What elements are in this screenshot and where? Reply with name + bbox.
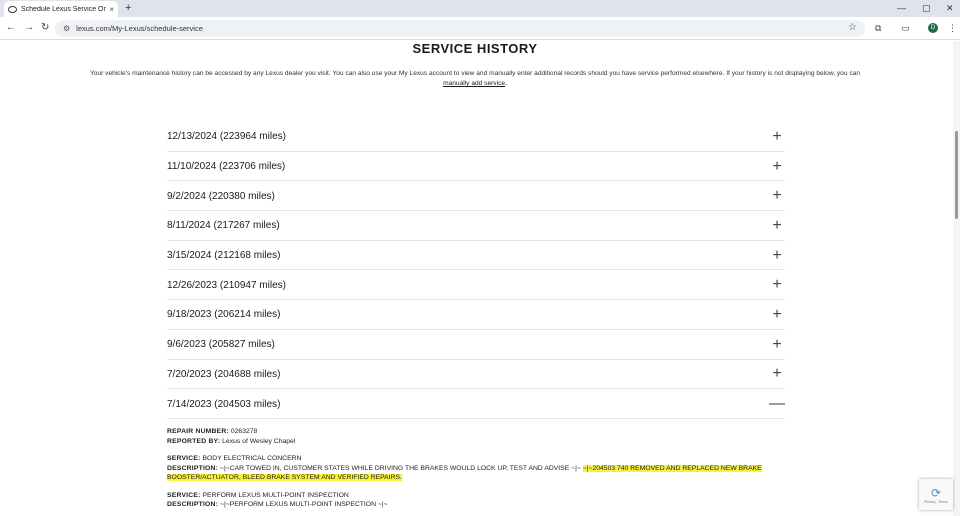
history-row[interactable]: 12/26/2023 (210947 miles) + — [167, 270, 785, 301]
bookmark-star-icon[interactable]: ☆ — [848, 22, 857, 33]
profile-avatar[interactable]: D — [928, 23, 938, 33]
history-row-label: 9/2/2024 (220380 miles) — [167, 190, 275, 202]
expand-plus-icon[interactable]: + — [769, 247, 785, 264]
history-row[interactable]: 9/18/2023 (206214 miles) + — [167, 300, 785, 330]
service-record-detail: REPAIR NUMBER: 0263278 REPORTED BY: Lexu… — [167, 427, 767, 516]
history-row-label: 3/15/2024 (212168 miles) — [167, 250, 281, 262]
recaptcha-badge[interactable]: ⟳ Privacy - Terms — [919, 479, 953, 510]
page-title: SERVICE HISTORY — [412, 41, 538, 56]
service-name: BODY ELECTRICAL CONCERN — [202, 455, 302, 462]
expand-plus-icon[interactable]: + — [769, 128, 785, 145]
history-row[interactable]: 3/15/2024 (212168 miles) + — [167, 241, 785, 271]
lexus-favicon-icon — [8, 5, 17, 13]
history-row[interactable]: 12/13/2024 (223964 miles) + — [167, 122, 785, 152]
browser-menu-icon[interactable]: ⋮ — [948, 22, 957, 34]
side-panel-icon[interactable]: ▭ — [901, 22, 910, 34]
url-text[interactable]: lexus.com/My-Lexus/schedule-service — [76, 24, 203, 33]
service-name: PERFORM LEXUS MULTI-POINT INSPECTION — [202, 491, 349, 499]
description-line: DESCRIPTION: ~|~CAR TOWED IN, CUSTOMER S… — [167, 464, 767, 483]
description-line: DESCRIPTION: ~|~PERFORM LEXUS MULTI-POIN… — [167, 500, 767, 510]
extensions-icon[interactable]: ⧉ — [875, 22, 881, 34]
expand-plus-icon[interactable]: + — [769, 277, 785, 293]
back-icon[interactable]: ← — [6, 21, 16, 35]
page-scrollbar[interactable] — [953, 41, 960, 516]
collapse-minus-icon[interactable]: — — [769, 396, 785, 412]
history-row[interactable]: 7/20/2023 (204688 miles) + — [167, 360, 785, 390]
forward-icon[interactable]: → — [24, 21, 34, 35]
history-row[interactable]: 7/14/2023 (204503 miles) — — [167, 389, 785, 419]
maximize-icon[interactable]: ▢ — [922, 2, 931, 14]
history-row-label: 11/10/2024 (223706 miles) — [167, 161, 286, 173]
history-row[interactable]: 11/10/2024 (223706 miles) + — [167, 152, 785, 182]
expand-plus-icon[interactable]: + — [769, 188, 785, 204]
history-row-label: 12/13/2024 (223964 miles) — [167, 131, 286, 143]
tab-title: Schedule Lexus Service Online — [21, 5, 107, 13]
service-line: SERVICE: BODY ELECTRICAL CONCERN — [167, 454, 767, 464]
history-row-label: 7/14/2023 (204503 miles) — [167, 398, 281, 410]
description-text: ~|~CAR TOWED IN, CUSTOMER STATES WHILE D… — [220, 464, 583, 472]
service-label: SERVICE: — [167, 491, 201, 499]
service-line: SERVICE: PERFORM LEXUS MULTI-POINT INSPE… — [167, 491, 767, 501]
close-window-icon[interactable]: ✕ — [946, 2, 954, 14]
history-row-label: 7/20/2023 (204688 miles) — [167, 368, 281, 380]
intro-text: Your vehicle's maintenance history can b… — [80, 69, 870, 89]
intro-period: . — [505, 80, 507, 87]
browser-tab-strip: Schedule Lexus Service Online × + — ▢ ✕ — [0, 0, 960, 17]
browser-tab[interactable]: Schedule Lexus Service Online × — [4, 1, 118, 17]
expand-plus-icon[interactable]: + — [769, 306, 785, 323]
history-row-label: 9/18/2023 (206214 miles) — [167, 309, 281, 321]
page-content: SERVICE HISTORY Your vehicle's maintenan… — [0, 41, 960, 516]
address-bar[interactable]: ⚙ lexus.com/My-Lexus/schedule-service ☆ — [55, 20, 865, 37]
tab-close-icon[interactable]: × — [109, 5, 114, 14]
service-history-list: 12/13/2024 (223964 miles) +11/10/2024 (22… — [167, 122, 785, 419]
browser-toolbar: ← → ↻ ⚙ lexus.com/My-Lexus/schedule-serv… — [0, 17, 960, 40]
reported-by: Lexus of Wesley Chapel — [222, 437, 296, 445]
history-row[interactable]: 9/2/2024 (220380 miles) + — [167, 181, 785, 212]
description-label: DESCRIPTION: — [167, 501, 219, 508]
history-row[interactable]: 8/11/2024 (217267 miles) + — [167, 211, 785, 241]
repair-number-label: REPAIR NUMBER: — [167, 428, 229, 435]
new-tab-button[interactable]: + — [125, 2, 131, 14]
manually-add-service-link[interactable]: manually add service — [443, 80, 505, 87]
expand-plus-icon[interactable]: + — [769, 366, 785, 382]
site-info-icon[interactable]: ⚙ — [63, 24, 70, 33]
intro-body: Your vehicle's maintenance history can b… — [90, 70, 860, 77]
expand-plus-icon[interactable]: + — [769, 217, 785, 234]
repair-number-line: REPAIR NUMBER: 0263278 — [167, 427, 767, 437]
service-label: SERVICE: — [167, 455, 201, 462]
reload-icon[interactable]: ↻ — [41, 21, 49, 35]
expand-plus-icon[interactable]: + — [769, 158, 785, 175]
recaptcha-footer[interactable]: Privacy - Terms — [924, 500, 948, 504]
history-row-label: 12/26/2023 (210947 miles) — [167, 279, 286, 291]
description-text: ~|~PERFORM LEXUS MULTI-POINT INSPECTION … — [220, 501, 388, 508]
recaptcha-icon: ⟳ — [930, 485, 942, 500]
description-label: DESCRIPTION: — [167, 464, 219, 472]
scrollbar-thumb[interactable] — [955, 131, 958, 219]
repair-number: 0263278 — [230, 428, 258, 435]
history-row-label: 8/11/2024 (217267 miles) — [167, 220, 280, 232]
history-row-label: 9/6/2023 (205827 miles) — [167, 339, 275, 351]
expand-plus-icon[interactable]: + — [769, 336, 785, 353]
history-row[interactable]: 9/6/2023 (205827 miles) + — [167, 330, 785, 360]
minimize-icon[interactable]: — — [897, 2, 906, 14]
reported-by-label: REPORTED BY: — [167, 437, 221, 445]
reported-by-line: REPORTED BY: Lexus of Wesley Chapel — [167, 437, 767, 447]
